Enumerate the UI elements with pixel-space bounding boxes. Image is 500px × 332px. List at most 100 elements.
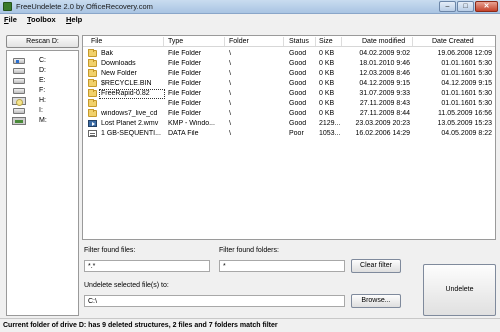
maximize-button[interactable]: □ <box>457 1 474 12</box>
drive-item-h[interactable]: H: <box>11 97 71 106</box>
destination-input[interactable] <box>84 295 345 307</box>
table-row[interactable]: windows7_live_cd File Folder \ Good 0 KB 27.1… <box>83 109 495 119</box>
cell-folder: \ <box>229 60 231 67</box>
cell-modified: 27.11.2009 8:44 <box>359 110 410 117</box>
cell-size: 0 KB <box>319 50 335 57</box>
cell-size: 0 KB <box>319 100 335 107</box>
cell-status: Good <box>289 120 307 127</box>
cell-type: File Folder <box>168 60 202 67</box>
memory-card-icon <box>11 117 27 125</box>
menu-toolbox[interactable]: Toolbox <box>27 15 56 24</box>
filter-files-label: Filter found files: <box>84 247 136 254</box>
drive-label: M: <box>39 117 47 124</box>
hard-drive-icon <box>11 67 27 75</box>
filter-folders-input[interactable] <box>219 260 345 272</box>
cell-folder: \ <box>229 120 231 127</box>
table-row[interactable]: Bak File Folder \ Good 0 KB 04.02.2009 9:02 19… <box>83 49 495 59</box>
cell-modified: 18.01.2010 9:46 <box>359 60 410 67</box>
undelete-button[interactable]: Undelete <box>423 264 496 316</box>
drive-label: C: <box>39 57 46 64</box>
menu-bar: File Toolbox Help <box>0 14 500 26</box>
cell-modified: 04.02.2009 9:02 <box>359 50 410 57</box>
data-icon <box>88 130 97 137</box>
menu-file[interactable]: File <box>4 15 17 24</box>
table-row[interactable]: Lost Planet 2.wmv KMP - Windo... \ Good 2129… <box>83 119 495 129</box>
hard-drive-icon <box>11 87 27 95</box>
menu-help[interactable]: Help <box>66 15 82 24</box>
table-row[interactable]: FreeRapid-0.82 File Folder \ Good 0 KB 31.07.… <box>83 89 495 99</box>
cell-folder: \ <box>229 90 231 97</box>
cell-status: Good <box>289 50 307 57</box>
cell-folder: \ <box>229 80 231 87</box>
app-window: FreeUndelete 2.0 by OfficeRecovery.com –… <box>0 0 500 332</box>
cell-modified: 31.07.2009 9:33 <box>359 90 410 97</box>
folder-icon <box>88 59 97 67</box>
cell-file: 1 GB-SEQUENTI... <box>101 130 161 137</box>
browse-button[interactable]: Browse... <box>351 294 401 308</box>
clear-filter-button[interactable]: Clear filter <box>351 259 401 273</box>
cell-folder: \ <box>229 110 231 117</box>
column-header-date-modified[interactable]: Date modified <box>362 38 405 45</box>
cell-folder: \ <box>229 70 231 77</box>
cell-created: 04.12.2009 9:15 <box>441 80 492 87</box>
system-drive-icon <box>11 57 27 65</box>
window-title: FreeUndelete 2.0 by OfficeRecovery.com <box>16 2 153 11</box>
table-row[interactable]: New Folder File Folder \ Good 0 KB 12.03.2009… <box>83 69 495 79</box>
column-header-type[interactable]: Type <box>168 38 183 45</box>
cell-type: File Folder <box>168 90 202 97</box>
cell-type: File Folder <box>168 70 202 77</box>
title-bar[interactable]: FreeUndelete 2.0 by OfficeRecovery.com –… <box>0 0 500 14</box>
folder-icon <box>88 69 97 77</box>
cell-modified: 12.03.2009 8:46 <box>359 70 410 77</box>
table-row[interactable]: File Folder \ Good 0 KB 27.11.2009 8:43 01.01… <box>83 99 495 109</box>
cell-modified: 16.02.2006 14:29 <box>355 130 411 137</box>
folder-icon <box>88 99 97 107</box>
drive-item-d[interactable]: D: <box>11 67 71 76</box>
cell-created: 01.01.1601 5:30 <box>441 60 492 67</box>
cell-status: Good <box>289 80 307 87</box>
column-header-file[interactable]: File <box>91 38 102 45</box>
cdrom-drive-icon <box>11 97 27 106</box>
close-button[interactable]: ✕ <box>475 1 498 12</box>
column-header-date-created[interactable]: Date Created <box>432 38 474 45</box>
filter-files-input[interactable] <box>84 260 210 272</box>
cell-size: 0 KB <box>319 90 335 97</box>
cell-type: File Folder <box>168 100 202 107</box>
cell-status: Poor <box>289 130 304 137</box>
drive-item-e[interactable]: E: <box>11 77 71 86</box>
cell-size: 2129... <box>319 120 341 127</box>
table-row[interactable]: $RECYCLE.BIN File Folder \ Good 0 KB 04.12.20… <box>83 79 495 89</box>
cell-status: Good <box>289 110 307 117</box>
drive-item-c[interactable]: C: <box>11 57 71 66</box>
cell-file: Lost Planet 2.wmv <box>101 120 159 127</box>
hard-drive-icon <box>11 107 27 115</box>
cell-status: Good <box>289 70 307 77</box>
drive-item-i[interactable]: I: <box>11 107 71 116</box>
minimize-button[interactable]: – <box>439 1 456 12</box>
drive-item-f[interactable]: F: <box>11 87 71 96</box>
table-row[interactable]: Downloads File Folder \ Good 0 KB 18.01.2010 … <box>83 59 495 69</box>
column-header-size[interactable]: Size <box>319 38 333 45</box>
drive-list[interactable]: C: D: E: F: H: I: M: <box>6 50 79 316</box>
rescan-button[interactable]: Rescan D: <box>6 35 79 48</box>
drive-item-m[interactable]: M: <box>11 117 71 126</box>
column-header-folder[interactable]: Folder <box>229 38 249 45</box>
cell-file: New Folder <box>101 70 137 77</box>
cell-size: 0 KB <box>319 110 335 117</box>
drive-label: F: <box>39 87 46 94</box>
cell-created: 01.01.1601 5:30 <box>441 90 492 97</box>
file-list[interactable]: File Type Folder Status Size Date modifi… <box>82 35 496 240</box>
cell-status: Good <box>289 90 307 97</box>
cell-created: 04.05.2009 8:22 <box>441 130 492 137</box>
cell-created: 13.05.2009 15:23 <box>437 120 493 127</box>
video-icon <box>88 120 97 127</box>
column-header-status[interactable]: Status <box>289 38 309 45</box>
table-row[interactable]: 1 GB-SEQUENTI... DATA File \ Poor 1053... 16.… <box>83 129 495 139</box>
list-header: File Type Folder Status Size Date modifi… <box>83 36 495 47</box>
folder-icon <box>88 49 97 57</box>
drive-label: H: <box>39 97 46 104</box>
cell-type: DATA File <box>168 130 199 137</box>
cell-type: File Folder <box>168 80 202 87</box>
cell-type: File Folder <box>168 110 202 117</box>
cell-status: Good <box>289 60 307 67</box>
